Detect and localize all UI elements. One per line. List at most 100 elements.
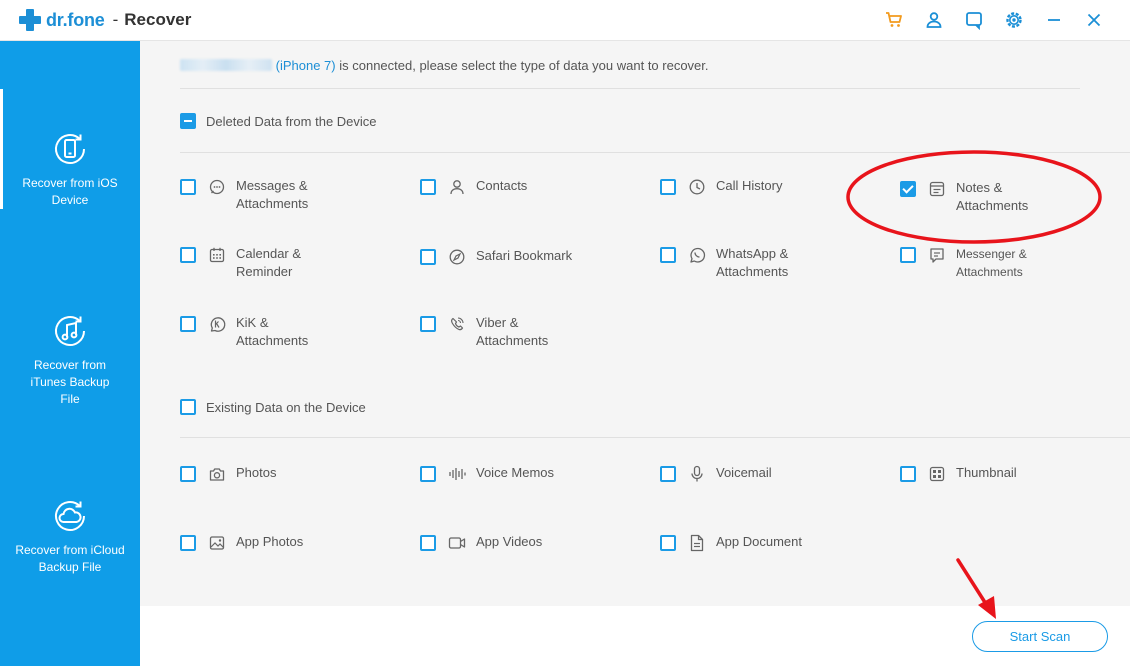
option-label: Notes & Attachments — [956, 180, 1029, 213]
checkbox[interactable] — [420, 316, 436, 332]
sidebar-item-label: Recover from iCloud Backup File — [15, 543, 125, 574]
ios-device-icon — [50, 129, 90, 169]
sidebar-item-icloud-backup[interactable]: Recover from iCloud Backup File — [0, 496, 140, 576]
existing-data-select-all-checkbox[interactable] — [180, 399, 196, 415]
sidebar-item-label: Recover from iTunes Backup File — [30, 358, 110, 406]
option-call-history[interactable]: Call History — [660, 177, 836, 196]
viber-icon — [448, 315, 466, 333]
user-icon[interactable] — [922, 8, 946, 32]
option-voice-memos[interactable]: Voice Memos — [420, 464, 596, 483]
checkbox[interactable] — [180, 466, 196, 482]
checkbox[interactable] — [180, 247, 196, 263]
minimize-icon[interactable] — [1042, 8, 1066, 32]
option-label: Call History — [716, 178, 783, 193]
safari-icon — [448, 248, 466, 266]
sidebar-item-itunes-backup[interactable]: Recover from iTunes Backup File — [0, 311, 140, 408]
option-label: Messenger & Attachments — [956, 247, 1027, 279]
option-voicemail[interactable]: Voicemail — [660, 464, 836, 483]
checkbox[interactable] — [180, 316, 196, 332]
checkbox[interactable] — [420, 179, 436, 195]
voice-memos-icon — [448, 465, 466, 483]
call-history-icon — [688, 178, 706, 196]
option-label: Viber & Attachments — [476, 315, 549, 348]
checkbox[interactable] — [660, 179, 676, 195]
option-safari-bookmark[interactable]: Safari Bookmark — [420, 247, 596, 266]
title-separator: - — [112, 10, 119, 29]
option-app-photos[interactable]: App Photos — [180, 533, 356, 552]
cart-icon[interactable] — [882, 8, 906, 32]
device-model: (iPhone 7) — [275, 58, 336, 73]
checkbox[interactable] — [660, 535, 676, 551]
option-label: WhatsApp & Attachments — [716, 246, 789, 279]
option-messages[interactable]: Messages & Attachments — [180, 177, 356, 213]
settings-icon[interactable] — [1002, 8, 1026, 32]
checkbox[interactable] — [420, 466, 436, 482]
checkbox[interactable] — [900, 466, 916, 482]
section-title: Deleted Data from the Device — [206, 113, 377, 129]
start-scan-button[interactable]: Start Scan — [972, 621, 1108, 652]
option-contacts[interactable]: Contacts — [420, 177, 596, 196]
contacts-icon — [448, 178, 466, 196]
title-bar-controls — [882, 8, 1106, 32]
option-viber[interactable]: Viber & Attachments — [420, 314, 596, 350]
option-label: App Photos — [236, 534, 304, 549]
divider — [180, 152, 1130, 153]
option-label: App Document — [716, 534, 802, 549]
option-kik[interactable]: KiK & Attachments — [180, 314, 356, 350]
app-videos-icon — [448, 534, 466, 552]
option-app-document[interactable]: App Document — [660, 533, 836, 552]
deleted-data-select-all-checkbox[interactable] — [180, 113, 196, 129]
messenger-icon — [928, 246, 946, 264]
option-label: Safari Bookmark — [476, 248, 573, 263]
option-label: Messages & Attachments — [236, 178, 309, 211]
footer: Start Scan — [140, 606, 1130, 666]
kik-icon — [208, 315, 226, 333]
option-label: Calendar & Reminder — [236, 246, 302, 279]
connection-message: is connected, please select the type of … — [339, 58, 709, 73]
deleted-data-section-header[interactable]: Deleted Data from the Device — [180, 113, 377, 129]
icloud-icon — [50, 496, 90, 536]
option-photos[interactable]: Photos — [180, 464, 356, 483]
option-label: Thumbnail — [956, 465, 1017, 480]
calendar-icon — [208, 246, 226, 264]
main-panel: (iPhone 7) is connected, please select t… — [140, 41, 1130, 606]
voicemail-icon — [688, 465, 706, 483]
photos-icon — [208, 465, 226, 483]
divider — [180, 437, 1130, 438]
close-icon[interactable] — [1082, 8, 1106, 32]
checkbox[interactable] — [420, 535, 436, 551]
option-notes[interactable]: Notes & Attachments — [900, 179, 1076, 215]
checkbox[interactable] — [900, 181, 916, 197]
checkbox[interactable] — [180, 179, 196, 195]
notes-icon — [928, 180, 946, 198]
title-bar: dr.fone - Recover — [0, 0, 1130, 41]
option-label: Photos — [236, 465, 277, 480]
feedback-icon[interactable] — [962, 8, 986, 32]
window-title: Recover — [124, 10, 192, 29]
checkbox[interactable] — [420, 249, 436, 265]
option-label: Contacts — [476, 178, 528, 193]
option-thumbnail[interactable]: Thumbnail — [900, 464, 1076, 483]
option-messenger[interactable]: Messenger & Attachments — [900, 245, 1076, 281]
whatsapp-icon — [688, 246, 706, 264]
checkbox[interactable] — [900, 247, 916, 263]
option-label: Voicemail — [716, 465, 772, 480]
option-app-videos[interactable]: App Videos — [420, 533, 596, 552]
divider — [180, 88, 1080, 89]
connection-status: (iPhone 7) is connected, please select t… — [180, 58, 709, 73]
option-label: KiK & Attachments — [236, 315, 309, 348]
option-calendar[interactable]: Calendar & Reminder — [180, 245, 356, 281]
brand-name: dr.fone — [46, 9, 105, 30]
messages-icon — [208, 178, 226, 196]
existing-data-section-header[interactable]: Existing Data on the Device — [180, 399, 366, 415]
checkbox[interactable] — [660, 466, 676, 482]
app-document-icon — [688, 534, 706, 552]
sidebar-item-ios-device[interactable]: Recover from iOS Device — [0, 89, 140, 209]
option-whatsapp[interactable]: WhatsApp & Attachments — [660, 245, 836, 281]
checkbox[interactable] — [660, 247, 676, 263]
sidebar: Recover from iOS Device Recover from iTu… — [0, 41, 140, 666]
checkbox[interactable] — [180, 535, 196, 551]
section-title: Existing Data on the Device — [206, 399, 366, 415]
drfone-logo-icon — [19, 9, 41, 31]
sidebar-item-label: Recover from iOS Device — [22, 176, 118, 207]
